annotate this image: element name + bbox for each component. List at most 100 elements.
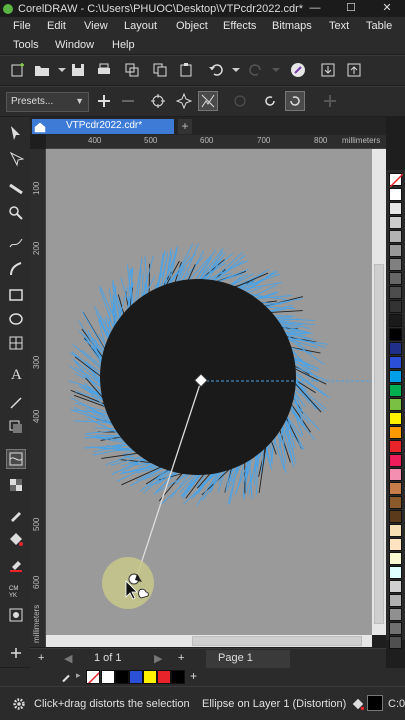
gear-icon[interactable] — [12, 697, 26, 711]
import-icon[interactable] — [318, 60, 338, 80]
color-swatch[interactable] — [389, 440, 402, 453]
document-tab[interactable]: VTPcdr2022.cdr* — [48, 119, 174, 134]
menu-layout[interactable]: Layout — [124, 20, 157, 32]
maximize-button[interactable]: ☐ — [333, 0, 369, 17]
zipper-distortion-icon[interactable] — [174, 91, 194, 111]
color-swatch[interactable] — [389, 524, 402, 537]
menu-window[interactable]: Window — [55, 39, 94, 51]
smart-fill-tool-icon[interactable] — [6, 555, 26, 575]
artistic-media-tool-icon[interactable] — [6, 259, 26, 279]
previous-page-icon[interactable]: ◀ — [64, 652, 72, 665]
vertical-scrollbar[interactable] — [372, 149, 386, 635]
add-document-color-button[interactable]: + — [190, 669, 197, 683]
rgb-management-icon[interactable] — [6, 605, 26, 625]
vertical-ruler[interactable]: 100 200 300 400 500 600 millimeters — [30, 149, 46, 647]
add-tab-button[interactable]: + — [178, 119, 192, 134]
color-swatch[interactable] — [389, 230, 402, 243]
color-swatch[interactable] — [389, 384, 402, 397]
interactive-fill-tool-icon[interactable] — [6, 529, 26, 549]
connector-tool-icon[interactable] — [6, 393, 26, 413]
color-swatch[interactable] — [389, 468, 402, 481]
color-swatch[interactable] — [389, 244, 402, 257]
no-fill-swatch[interactable] — [389, 173, 404, 188]
add-tool-icon[interactable] — [6, 643, 26, 663]
fill-color-swatch[interactable] — [367, 695, 383, 711]
palette-menu-icon[interactable]: ▸ — [76, 670, 81, 681]
rotate-ccw-icon[interactable] — [285, 91, 305, 111]
color-swatch[interactable] — [389, 202, 402, 215]
color-swatch[interactable] — [389, 426, 402, 439]
color-swatch[interactable] — [389, 412, 402, 425]
menu-edit[interactable]: Edit — [47, 20, 66, 32]
color-swatch[interactable] — [389, 328, 402, 341]
ellipse-tool-icon[interactable] — [6, 309, 26, 329]
pick-tool-icon[interactable] — [6, 123, 26, 143]
menu-help[interactable]: Help — [112, 39, 135, 51]
redo-dropdown-icon[interactable] — [266, 60, 286, 80]
color-swatch[interactable] — [389, 510, 402, 523]
print-icon[interactable] — [94, 60, 114, 80]
cut-copy-icon[interactable] — [122, 60, 142, 80]
menu-bitmaps[interactable]: Bitmaps — [272, 20, 312, 32]
add-page-before-button[interactable]: + — [38, 652, 44, 664]
menu-object[interactable]: Object — [176, 20, 208, 32]
undo-dropdown-icon[interactable] — [226, 60, 246, 80]
color-swatch[interactable] — [389, 594, 402, 607]
freehand-tool-icon[interactable] — [6, 233, 26, 253]
zoom-tool-icon[interactable] — [6, 203, 26, 223]
transparency-tool-icon[interactable] — [6, 475, 26, 495]
document-color-swatch[interactable] — [101, 670, 115, 684]
presets-dropdown[interactable]: Presets... ▼ — [6, 92, 89, 112]
fill-bucket-icon[interactable] — [351, 697, 365, 711]
document-color-swatch[interactable] — [171, 670, 185, 684]
color-swatch[interactable] — [389, 496, 402, 509]
save-icon[interactable] — [68, 60, 88, 80]
horizontal-scroll-thumb[interactable] — [192, 636, 362, 646]
new-document-icon[interactable] — [8, 60, 28, 80]
add-new-distortion-icon[interactable] — [320, 91, 340, 111]
next-page-icon[interactable]: ▶ — [154, 652, 162, 665]
color-swatch[interactable] — [389, 608, 402, 621]
document-color-swatch[interactable] — [157, 670, 171, 684]
add-page-after-button[interactable]: + — [178, 652, 184, 664]
color-swatch[interactable] — [389, 342, 402, 355]
close-button[interactable]: ✕ — [369, 0, 405, 17]
add-preset-icon[interactable] — [94, 91, 114, 111]
push-pull-distortion-icon[interactable] — [148, 91, 168, 111]
menu-file[interactable]: File — [13, 20, 31, 32]
undo-icon[interactable] — [206, 60, 226, 80]
color-swatch[interactable] — [389, 258, 402, 271]
color-swatch[interactable] — [389, 566, 402, 579]
distort-tool-icon[interactable] — [6, 449, 26, 469]
vertical-scroll-thumb[interactable] — [374, 264, 384, 624]
menu-text[interactable]: Text — [329, 20, 349, 32]
eyedropper-tool-icon[interactable] — [6, 505, 26, 525]
polygon-tool-icon[interactable] — [6, 333, 26, 353]
center-distortion-icon[interactable] — [230, 91, 250, 111]
horizontal-scrollbar[interactable] — [46, 635, 372, 647]
rectangle-tool-icon[interactable] — [6, 285, 26, 305]
shape-tool-icon[interactable] — [6, 149, 26, 169]
color-swatch[interactable] — [389, 314, 402, 327]
twister-distortion-icon[interactable] — [198, 91, 218, 111]
color-swatch[interactable] — [389, 216, 402, 229]
drawing-canvas[interactable] — [46, 149, 372, 635]
color-swatch[interactable] — [389, 482, 402, 495]
document-color-swatch[interactable] — [129, 670, 143, 684]
menu-table[interactable]: Table — [366, 20, 392, 32]
page-tab[interactable]: Page 1 — [206, 650, 290, 668]
menu-effects[interactable]: Effects — [223, 20, 256, 32]
no-color-swatch[interactable] — [86, 670, 100, 684]
redo-icon[interactable] — [246, 60, 266, 80]
color-swatch[interactable] — [389, 188, 402, 201]
paste-icon[interactable] — [176, 60, 196, 80]
copy-icon[interactable] — [150, 60, 170, 80]
document-color-swatch[interactable] — [115, 670, 129, 684]
color-swatch[interactable] — [389, 636, 402, 649]
crop-tool-icon[interactable] — [6, 179, 26, 199]
color-swatch[interactable] — [389, 272, 402, 285]
search-content-icon[interactable] — [288, 60, 308, 80]
color-swatch[interactable] — [389, 300, 402, 313]
color-swatch[interactable] — [389, 398, 402, 411]
menu-tools[interactable]: Tools — [13, 39, 39, 51]
